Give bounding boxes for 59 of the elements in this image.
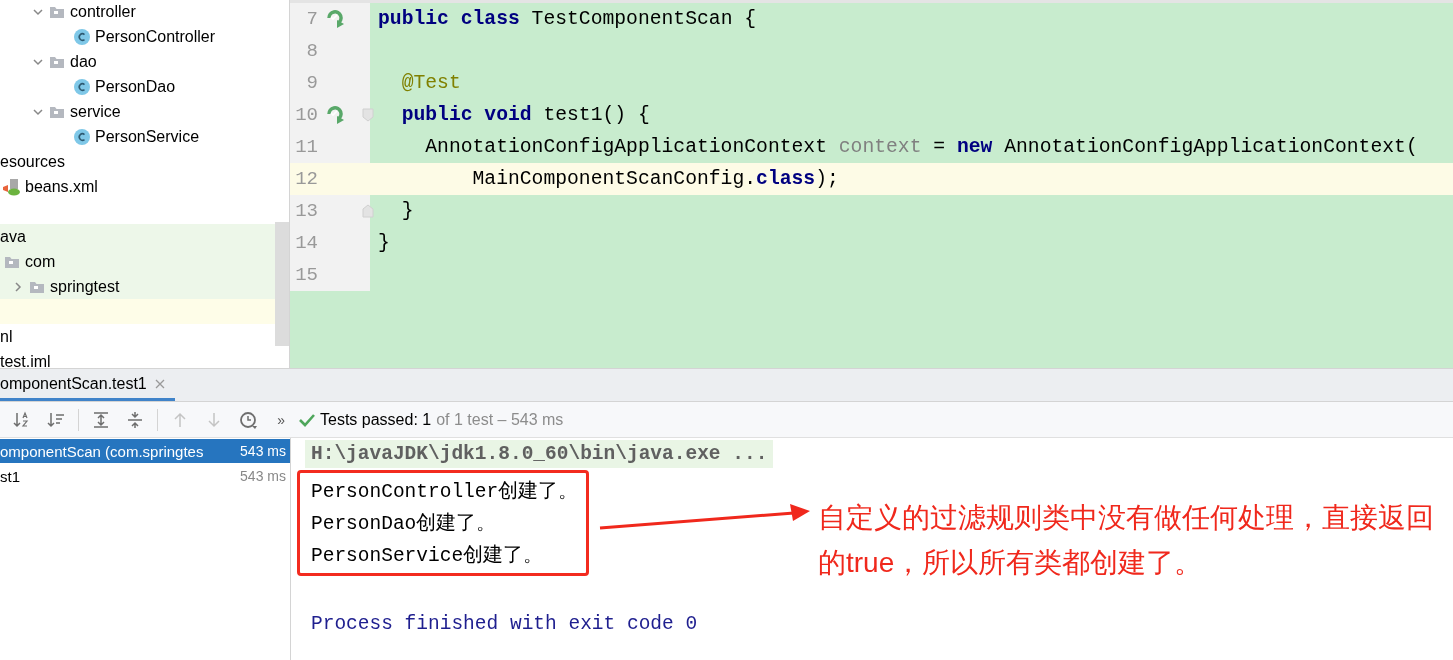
collapse-all-icon[interactable] bbox=[126, 410, 144, 429]
check-icon bbox=[299, 412, 315, 427]
line-number: 11 bbox=[294, 136, 318, 158]
class-icon bbox=[73, 127, 91, 146]
expand-all-icon[interactable] bbox=[92, 410, 110, 429]
console-line: PersonService创建了。 bbox=[311, 543, 545, 569]
sort-alphabetical-icon[interactable] bbox=[13, 410, 31, 429]
class-icon bbox=[73, 27, 91, 46]
code-line: } bbox=[400, 200, 414, 222]
sort-icon[interactable] bbox=[47, 410, 65, 429]
chevron-icon[interactable] bbox=[12, 280, 24, 293]
tree-item[interactable]: test.iml bbox=[0, 352, 51, 368]
tree-item[interactable]: PersonDao bbox=[95, 77, 176, 96]
class-icon bbox=[73, 77, 91, 96]
status-detail: of 1 test – 543 ms bbox=[436, 410, 564, 429]
console-line: Process finished with exit code 0 bbox=[311, 612, 699, 637]
status-text: Tests passed: 1 bbox=[320, 410, 432, 429]
code-line: } bbox=[378, 232, 390, 254]
xml-file-icon bbox=[3, 177, 21, 196]
tree-item[interactable]: controller bbox=[70, 2, 136, 21]
code-line: MainComponentScanConfig.class); bbox=[471, 168, 839, 190]
line-number: 8 bbox=[305, 40, 318, 62]
code-line: AnnotationConfigApplicationContext context = new AnnotationConfigApplicationContext( bbox=[424, 136, 1418, 158]
tree-item[interactable]: esources bbox=[0, 152, 65, 171]
tree-item[interactable]: nl bbox=[0, 327, 13, 346]
code-line: public class TestComponentScan { bbox=[378, 8, 757, 30]
annotation-text: 自定义的过滤规则类中没有做任何处理，直接返回的true，所以所有类都创建了。 bbox=[818, 501, 1435, 580]
tree-item[interactable]: PersonService bbox=[95, 127, 200, 146]
tree-item[interactable]: com bbox=[25, 252, 56, 271]
line-number: 13 bbox=[294, 200, 318, 222]
tree-item[interactable]: beans.xml bbox=[25, 177, 98, 196]
scrollbar-thumb[interactable] bbox=[275, 222, 289, 346]
folder-icon bbox=[29, 279, 45, 294]
more-button[interactable]: » bbox=[277, 411, 285, 428]
tree-item[interactable]: PersonController bbox=[95, 27, 216, 46]
line-number: 14 bbox=[294, 232, 318, 254]
run-icon[interactable] bbox=[326, 9, 346, 29]
folder-icon bbox=[4, 254, 20, 269]
tree-item[interactable]: springtest bbox=[50, 277, 120, 296]
folder-icon bbox=[49, 54, 65, 69]
tree-item[interactable]: service bbox=[70, 102, 121, 121]
close-icon[interactable] bbox=[154, 378, 165, 389]
code-line: public void test1() { bbox=[400, 104, 650, 126]
tree-item[interactable]: dao bbox=[70, 52, 97, 71]
run-icon[interactable] bbox=[326, 105, 346, 125]
line-number: 15 bbox=[294, 264, 318, 286]
line-number: 10 bbox=[294, 104, 318, 126]
code-line: @Test bbox=[400, 72, 461, 94]
folder-icon bbox=[49, 104, 65, 119]
line-number: 7 bbox=[305, 8, 318, 30]
test-row[interactable]: omponentScan (com.springtes 543 ms bbox=[0, 439, 290, 463]
console-line: PersonController创建了。 bbox=[311, 479, 580, 505]
console-line: PersonDao创建了。 bbox=[311, 511, 498, 537]
tree-item[interactable]: ava bbox=[0, 227, 26, 246]
folder-icon bbox=[49, 4, 65, 19]
history-icon[interactable] bbox=[239, 410, 257, 429]
test-row[interactable]: st1 543 ms bbox=[0, 464, 290, 488]
line-number: 12 bbox=[294, 168, 318, 190]
line-number: 9 bbox=[305, 72, 318, 94]
